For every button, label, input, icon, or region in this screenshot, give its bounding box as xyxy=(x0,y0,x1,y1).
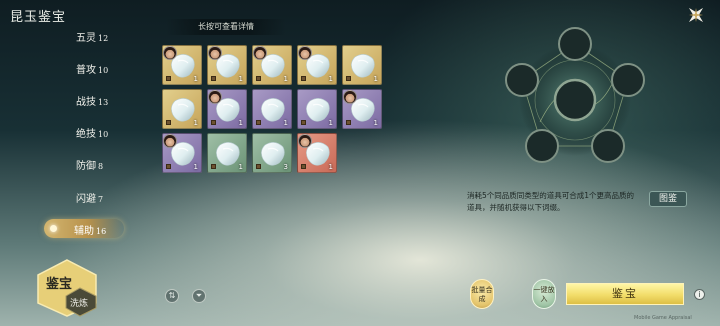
quality-mark-icon xyxy=(211,76,216,81)
character-portrait-icon xyxy=(163,134,177,148)
category-label: 普攻 xyxy=(76,65,96,76)
category-item[interactable]: 绝技 10 xyxy=(76,125,108,140)
sort-icon: ⇅ xyxy=(168,291,176,300)
item-slot[interactable]: 1 xyxy=(252,89,292,129)
item-count: 1 xyxy=(238,119,243,127)
quality-mark-icon xyxy=(256,120,261,125)
category-count: 13 xyxy=(98,98,109,107)
sort-button[interactable]: ⇅ xyxy=(165,289,179,303)
item-slot[interactable]: 1 xyxy=(342,45,382,85)
item-slot[interactable]: 1 xyxy=(207,133,247,173)
synthesis-circle-icon xyxy=(505,27,645,163)
quality-mark-icon xyxy=(256,76,261,81)
synthesis-circle xyxy=(500,22,650,172)
category-item-selected[interactable]: 辅助 16 xyxy=(44,219,124,238)
quality-mark-icon xyxy=(166,76,171,81)
category-label: 绝技 xyxy=(76,129,96,140)
item-slot[interactable]: 1 xyxy=(297,89,337,129)
filter-button[interactable]: ⏷ xyxy=(192,289,206,303)
item-count: 1 xyxy=(373,75,378,83)
quality-mark-icon xyxy=(346,76,351,81)
quality-mark-icon xyxy=(166,120,171,125)
item-slot[interactable]: 1 xyxy=(297,133,337,173)
category-label: 五灵 xyxy=(76,33,96,44)
item-count: 1 xyxy=(193,75,198,83)
item-slot[interactable]: 1 xyxy=(162,133,202,173)
refine-tab-label[interactable]: 洗炼 xyxy=(70,296,88,309)
appraise-tab-button[interactable]: 鉴宝 洗炼 xyxy=(34,258,100,318)
info-button[interactable]: i xyxy=(694,289,705,300)
synthesis-description: 消耗5个同品质同类型的道具可合成1个更高品质的道具，并随机获得以下词缀。 xyxy=(467,191,635,212)
category-count: 10 xyxy=(98,66,109,75)
long-press-hint: 长按可查看详情 xyxy=(166,19,286,35)
item-slot[interactable]: 1 xyxy=(207,89,247,129)
close-button[interactable] xyxy=(684,3,708,27)
character-portrait-icon xyxy=(253,46,267,60)
character-portrait-icon xyxy=(163,46,177,60)
info-icon: i xyxy=(698,290,701,299)
quality-mark-icon xyxy=(211,120,216,125)
item-count: 1 xyxy=(193,163,198,171)
item-count: 1 xyxy=(373,119,378,127)
item-count: 1 xyxy=(328,163,333,171)
auto-fill-button[interactable]: 一键放入 xyxy=(532,279,556,309)
category-count: 8 xyxy=(98,162,104,171)
quality-mark-icon xyxy=(301,164,306,169)
codex-button[interactable]: 图鉴 xyxy=(649,191,687,207)
category-item[interactable]: 五灵 12 xyxy=(76,29,108,44)
item-count: 1 xyxy=(328,119,333,127)
category-item[interactable]: 普攻 10 xyxy=(76,61,108,76)
quality-mark-icon xyxy=(166,164,171,169)
item-count: 1 xyxy=(238,75,243,83)
category-item[interactable]: 闪避 7 xyxy=(76,190,103,205)
character-portrait-icon xyxy=(208,90,222,104)
category-count: 10 xyxy=(98,130,109,139)
appraise-tab-label: 鉴宝 xyxy=(46,277,73,292)
character-portrait-icon xyxy=(343,90,357,104)
item-count: 1 xyxy=(283,119,288,127)
item-count: 3 xyxy=(283,163,288,171)
item-slot[interactable]: 3 xyxy=(252,133,292,173)
category-label: 防御 xyxy=(76,161,96,172)
filter-icon: ⏷ xyxy=(195,291,203,300)
footer-watermark: Mobile Game Appraisal xyxy=(634,315,692,321)
category-count: 7 xyxy=(98,195,104,204)
character-portrait-icon xyxy=(298,46,312,60)
item-slot[interactable]: 1 xyxy=(162,89,202,129)
item-slot[interactable]: 1 xyxy=(252,45,292,85)
item-count: 1 xyxy=(238,163,243,171)
selected-indicator-icon xyxy=(50,225,57,232)
category-count: 12 xyxy=(98,34,109,43)
character-portrait-icon xyxy=(298,134,312,148)
close-icon xyxy=(688,7,704,23)
category-label: 战技 xyxy=(76,97,96,108)
quality-mark-icon xyxy=(346,120,351,125)
quality-mark-icon xyxy=(256,164,261,169)
batch-synthesize-button[interactable]: 批量合成 xyxy=(470,279,494,309)
category-label: 辅助 16 xyxy=(74,226,107,237)
item-slot[interactable]: 1 xyxy=(342,89,382,129)
quality-mark-icon xyxy=(211,164,216,169)
item-slot[interactable]: 1 xyxy=(162,45,202,85)
category-item[interactable]: 防御 8 xyxy=(76,157,103,172)
quality-mark-icon xyxy=(301,120,306,125)
item-count: 1 xyxy=(193,119,198,127)
item-count: 1 xyxy=(283,75,288,83)
item-count: 1 xyxy=(328,75,333,83)
category-item[interactable]: 战技 13 xyxy=(76,93,108,108)
appraise-button[interactable]: 鉴宝 xyxy=(566,283,684,305)
item-slot[interactable]: 1 xyxy=(207,45,247,85)
category-label: 闪避 xyxy=(76,194,96,205)
quality-mark-icon xyxy=(301,76,306,81)
character-portrait-icon xyxy=(208,46,222,60)
item-slot[interactable]: 1 xyxy=(297,45,337,85)
